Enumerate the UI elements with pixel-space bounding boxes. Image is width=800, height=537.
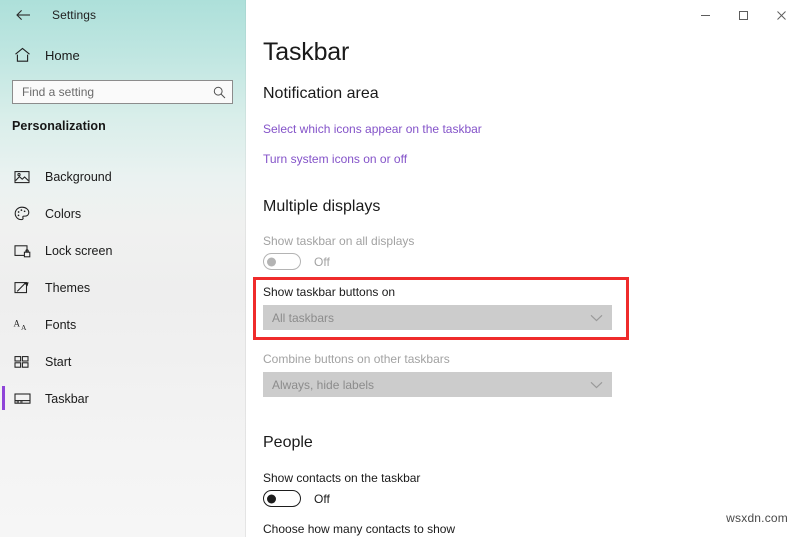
multiple-displays-heading: Multiple displays [263, 198, 381, 215]
notification-area-heading: Notification area [263, 85, 379, 102]
show-taskbar-all-displays-row: Off [263, 253, 330, 270]
sidebar-item-label: Lock screen [45, 243, 113, 258]
chevron-down-icon [590, 381, 603, 389]
title-bar [0, 0, 800, 30]
home-icon [12, 45, 32, 65]
search-input[interactable] [13, 81, 210, 103]
main-content: Taskbar Notification area Select which i… [246, 0, 800, 537]
sidebar-item-colors[interactable]: Colors [0, 195, 246, 232]
sidebar-section-heading: Personalization [12, 119, 106, 133]
sidebar-item-label: Taskbar [45, 391, 89, 406]
show-taskbar-buttons-on-dropdown[interactable]: All taskbars [263, 305, 612, 330]
maximize-button[interactable] [724, 0, 762, 30]
link-select-icons[interactable]: Select which icons appear on the taskbar [263, 122, 482, 136]
maximize-icon [738, 10, 748, 20]
sidebar-item-fonts[interactable]: A A Fonts [0, 306, 246, 343]
sidebar-item-taskbar[interactable]: Taskbar [0, 380, 246, 417]
search-icon [210, 86, 232, 99]
sidebar-item-themes[interactable]: Themes [0, 269, 246, 306]
minimize-icon [700, 14, 710, 16]
sidebar-item-lock-screen[interactable]: Lock screen [0, 232, 246, 269]
close-button[interactable] [762, 0, 800, 30]
close-icon [776, 10, 786, 20]
chevron-down-icon [590, 314, 603, 322]
selection-accent-bar [2, 386, 5, 410]
search-box[interactable] [12, 80, 233, 104]
sidebar-item-label: Start [45, 354, 72, 369]
start-grid-icon [12, 352, 32, 372]
show-contacts-row: Off [263, 490, 330, 507]
show-taskbar-buttons-on-label: Show taskbar buttons on [263, 285, 396, 299]
image-icon [12, 167, 32, 187]
sidebar-item-home[interactable]: Home [0, 43, 246, 67]
choose-how-many-contacts-label: Choose how many contacts to show [263, 522, 456, 536]
show-taskbar-all-displays-state: Off [314, 254, 330, 269]
window-controls [686, 0, 800, 30]
fonts-icon: A A [12, 315, 32, 335]
lock-screen-icon [12, 241, 32, 261]
show-contacts-label: Show contacts on the taskbar [263, 471, 421, 485]
home-label: Home [45, 47, 80, 63]
show-contacts-state: Off [314, 491, 330, 506]
sidebar-item-label: Colors [45, 206, 82, 221]
sidebar-item-background[interactable]: Background [0, 158, 246, 195]
taskbar-icon [12, 389, 32, 409]
page-title: Taskbar [263, 38, 350, 66]
sidebar-item-start[interactable]: Start [0, 343, 246, 380]
sidebar: Settings Home Personalization [0, 0, 246, 537]
watermark: wsxdn.com [726, 511, 788, 525]
sidebar-item-label: Fonts [45, 317, 77, 332]
svg-text:A: A [14, 318, 21, 328]
sidebar-item-label: Background [45, 169, 112, 184]
toggle-knob [267, 494, 276, 503]
show-contacts-toggle[interactable] [263, 490, 301, 507]
brush-icon [12, 278, 32, 298]
toggle-knob [267, 257, 276, 266]
sidebar-nav: Background Colors Lock screen Themes A A… [0, 158, 246, 417]
settings-window: Settings Home Personalization [0, 0, 800, 537]
combine-buttons-label: Combine buttons on other taskbars [263, 352, 450, 366]
dropdown-value: All taskbars [272, 310, 335, 325]
svg-text:A: A [21, 322, 27, 331]
combine-buttons-dropdown[interactable]: Always, hide labels [263, 372, 612, 397]
people-heading: People [263, 434, 313, 451]
sidebar-item-label: Themes [45, 280, 91, 295]
dropdown-value: Always, hide labels [272, 377, 375, 392]
link-system-icons[interactable]: Turn system icons on or off [263, 152, 407, 166]
show-taskbar-all-displays-toggle[interactable] [263, 253, 301, 270]
palette-icon [12, 204, 32, 224]
show-taskbar-all-displays-label: Show taskbar on all displays [263, 234, 415, 248]
minimize-button[interactable] [686, 0, 724, 30]
